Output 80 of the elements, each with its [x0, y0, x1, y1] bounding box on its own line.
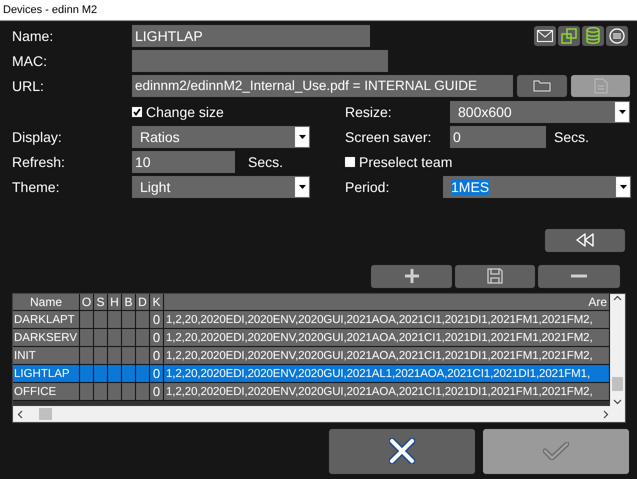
table-row[interactable]: DARKSERV 0 1,2,20,2020EDI,2020ENV,2020GUI,2021AOA,2021CI1,2021DI1,2021FM1,2021FM2,	[13, 329, 610, 347]
dropdown-button[interactable]	[295, 176, 309, 196]
field-label: Refresh:	[12, 154, 66, 170]
horizontal-scrollbar[interactable]	[13, 406, 625, 422]
dropdown[interactable]: Ratios	[132, 126, 310, 148]
checkbox[interactable]	[132, 106, 142, 116]
dropdown[interactable]: Light	[132, 176, 310, 198]
refresh-field[interactable]: 10	[132, 150, 235, 172]
field-label: Name:	[12, 28, 54, 44]
field-label: Period:	[345, 178, 390, 194]
table-cell: LIGHTLAP	[13, 365, 80, 382]
table-cell: 0	[150, 365, 164, 382]
column-header[interactable]: D	[136, 294, 150, 310]
column-header[interactable]: B	[122, 294, 136, 310]
table-row[interactable]: DARKLAPT 0 1,2,20,2020EDI,2020ENV,2020GUI,2021AOA,2021CI1,2021DI1,2021FM1,2021FM2,	[13, 311, 610, 329]
remove-button[interactable]	[538, 264, 620, 288]
caret-icon	[618, 110, 626, 114]
field-label: Theme:	[12, 178, 60, 194]
document-icon	[594, 78, 608, 94]
window-title: Devices - edinn M2	[3, 4, 98, 16]
field-label: Resize:	[345, 104, 393, 120]
table-cell: 0	[150, 329, 164, 346]
checkmark-icon	[543, 442, 569, 460]
table-cell: DARKSERV	[13, 329, 80, 346]
column-header[interactable]: H	[108, 294, 122, 310]
field-label: MAC:	[12, 52, 48, 68]
column-header[interactable]: S	[94, 294, 108, 310]
dropdown[interactable]: 1MES	[443, 176, 631, 198]
copy-icon[interactable]	[558, 26, 580, 46]
caret-icon	[298, 134, 306, 138]
caret-icon	[298, 184, 306, 188]
field-label: URL:	[12, 78, 45, 94]
table-cell: 0	[150, 311, 164, 328]
caret-icon	[620, 184, 626, 188]
dropdown-value: 1MES	[451, 178, 490, 194]
minus-icon	[570, 274, 588, 278]
unit-label: Secs.	[554, 128, 590, 144]
dropdown-value: Light	[140, 178, 170, 194]
double-left-arrow-icon	[575, 232, 595, 248]
back-button[interactable]	[545, 228, 625, 252]
mac-field[interactable]	[132, 50, 388, 72]
name-field[interactable]: LIGHTLAP	[132, 24, 370, 46]
table-row[interactable]: INIT 0 1,2,20,2020EDI,2020ENV,2020GUI,2021AOA,2021CI1,2021DI1,2021FM1,2021FM2,	[13, 347, 610, 365]
menu-icon[interactable]	[606, 26, 628, 46]
add-button[interactable]	[371, 264, 452, 288]
browse-button[interactable]	[517, 74, 567, 96]
field-label: Display:	[12, 128, 63, 144]
checkbox-label: Preselect team	[359, 154, 452, 170]
dropdown-button[interactable]	[616, 176, 630, 196]
scroll-thumb[interactable]	[39, 408, 52, 420]
dropdown-value: 800x600	[458, 104, 512, 120]
dropdown[interactable]: 800x600	[450, 100, 630, 122]
plus-icon	[404, 268, 420, 284]
checkbox-label: Change size	[146, 104, 224, 120]
screen-saver-field[interactable]: 0	[450, 126, 546, 148]
field-label: Screen saver:	[345, 128, 432, 144]
column-header[interactable]: Name	[13, 294, 80, 310]
dropdown-button[interactable]	[615, 102, 629, 122]
column-header[interactable]: O	[80, 294, 94, 310]
scroll-thumb[interactable]	[612, 377, 623, 391]
table-cell: INIT	[13, 347, 80, 364]
database-icon[interactable]	[582, 26, 604, 46]
checkbox[interactable]	[345, 156, 355, 166]
table-row[interactable]: LIGHTLAP 0 1,2,20,2020EDI,2020ENV,2020GUI,2021AL1,2021AOA,2021CI1,2021DI1,2021FM1,	[13, 365, 610, 383]
vertical-scrollbar[interactable]	[610, 294, 625, 406]
folder-icon	[533, 79, 551, 92]
cancel-button[interactable]	[329, 428, 475, 474]
table-cell: DARKLAPT	[13, 311, 80, 328]
table-cell: 0	[150, 383, 164, 400]
save-button[interactable]	[455, 264, 535, 288]
unit-label: Secs.	[248, 154, 284, 170]
dropdown-value: Ratios	[140, 128, 180, 144]
table-cell: OFFICE	[13, 383, 80, 400]
table-cell: 0	[150, 347, 164, 364]
dropdown-button[interactable]	[295, 126, 309, 146]
close-icon	[389, 438, 415, 464]
column-header[interactable]: K	[150, 294, 164, 310]
table-row[interactable]: OFFICE 0 1,2,20,2020EDI,2020ENV,2020GUI,2021AOA,2021CI1,2021DI1,2021FM1,2021FM2,	[13, 383, 610, 401]
url-field[interactable]: edinnm2/edinnM2_Internal_Use.pdf = INTERNAL GUIDE	[132, 74, 513, 96]
mail-icon[interactable]	[534, 26, 556, 46]
